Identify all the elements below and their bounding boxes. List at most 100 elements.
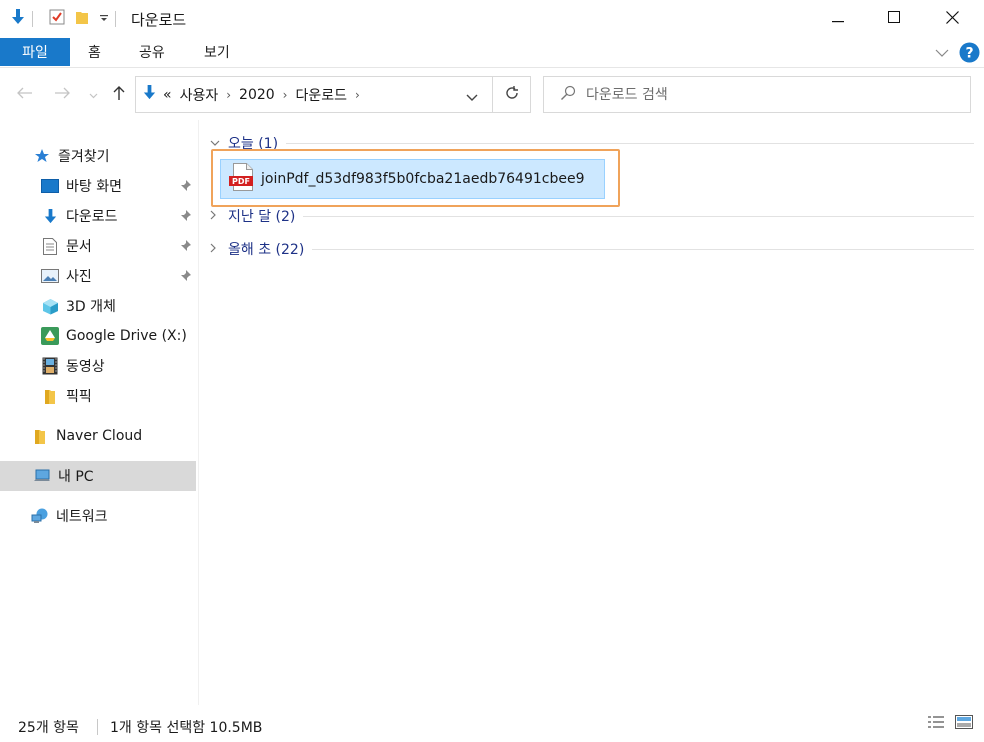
- window-title: 다운로드: [131, 11, 187, 29]
- 3d-objects-icon: [41, 297, 59, 315]
- large-icons-view-icon: [955, 715, 973, 733]
- sidebar-item-this-pc[interactable]: 내 PC: [33, 461, 94, 491]
- pictures-icon: [41, 267, 59, 285]
- forward-arrow-icon: [54, 87, 70, 103]
- up-arrow-icon: [113, 85, 125, 105]
- new-folder-icon[interactable]: [75, 9, 89, 29]
- up-button[interactable]: [107, 83, 131, 107]
- pin-icon[interactable]: [178, 209, 192, 223]
- sidebar-selection-highlight: [0, 461, 196, 491]
- sidebar-item-label: 사진: [66, 269, 92, 285]
- sidebar-item-label: 바탕 화면: [66, 179, 122, 195]
- help-icon[interactable]: ?: [959, 42, 980, 67]
- large-icons-view-button[interactable]: [954, 715, 974, 733]
- back-button[interactable]: [13, 83, 37, 107]
- chevron-down-icon: [210, 137, 224, 150]
- breadcrumb-downloads[interactable]: 다운로드: [289, 85, 353, 105]
- forward-button[interactable]: [50, 83, 74, 107]
- close-button[interactable]: [924, 0, 980, 38]
- refresh-icon: [504, 85, 520, 105]
- title-bar: 다운로드: [0, 0, 984, 38]
- close-icon: [945, 10, 959, 28]
- download-arrow-icon: [41, 207, 59, 225]
- address-bar[interactable]: « 사용자 › 2020 › 다운로드 ›: [135, 76, 493, 113]
- tab-file[interactable]: 파일: [0, 38, 70, 66]
- selection-outline: [211, 149, 620, 207]
- group-divider: [286, 142, 974, 144]
- folder-icon: [31, 427, 49, 445]
- chevron-right-icon: [210, 210, 224, 223]
- breadcrumb-2020[interactable]: 2020: [233, 87, 281, 103]
- quick-access-toolbar: [10, 8, 122, 30]
- chevron-right-icon[interactable]: ›: [224, 88, 233, 102]
- group-label: 지난 달 (2): [228, 209, 296, 225]
- customize-toolbar-icon[interactable]: [99, 11, 109, 27]
- pin-icon[interactable]: [178, 239, 192, 253]
- breadcrumb-overflow[interactable]: «: [157, 87, 174, 103]
- sidebar-item-google-drive[interactable]: Google Drive (X:): [41, 321, 187, 351]
- sidebar-item-network[interactable]: 네트워크: [31, 501, 108, 531]
- pin-icon[interactable]: [178, 269, 192, 283]
- chevron-right-icon[interactable]: ›: [353, 88, 362, 102]
- chevron-right-icon[interactable]: ›: [281, 88, 290, 102]
- sidebar-divider: [198, 120, 199, 705]
- sidebar-item-label: Google Drive (X:): [66, 328, 187, 344]
- google-drive-icon: [41, 327, 59, 345]
- status-bar: 25개 항목 1개 항목 선택함 10.5MB: [0, 705, 984, 742]
- search-box[interactable]: [543, 76, 971, 113]
- sidebar-item-label: Naver Cloud: [56, 428, 143, 444]
- sidebar-item-picpick[interactable]: 픽픽: [41, 381, 92, 411]
- sidebar-item-naver-cloud[interactable]: Naver Cloud: [31, 421, 142, 451]
- minimize-icon: [832, 11, 844, 27]
- pin-icon[interactable]: [178, 179, 192, 193]
- search-icon: [560, 85, 576, 105]
- download-arrow-icon: [10, 8, 26, 30]
- sidebar-item-pictures[interactable]: 사진: [41, 261, 92, 291]
- recent-locations-button[interactable]: [83, 83, 103, 107]
- group-header-last-month[interactable]: 지난 달 (2): [210, 206, 974, 226]
- maximize-button[interactable]: [866, 0, 922, 38]
- this-pc-icon: [33, 467, 51, 485]
- sidebar-item-quick-access[interactable]: 즐겨찾기: [33, 141, 110, 171]
- sidebar-item-downloads[interactable]: 다운로드: [41, 201, 118, 231]
- group-divider: [312, 248, 974, 250]
- expand-ribbon-icon[interactable]: [935, 46, 949, 62]
- navigation-bar: « 사용자 › 2020 › 다운로드 ›: [0, 70, 984, 120]
- sidebar-item-documents[interactable]: 문서: [41, 231, 92, 261]
- tab-view[interactable]: 보기: [204, 38, 230, 66]
- tab-share[interactable]: 공유: [139, 38, 165, 66]
- properties-icon[interactable]: [49, 9, 65, 29]
- refresh-button[interactable]: [493, 76, 531, 113]
- group-label: 올해 초 (22): [228, 242, 305, 258]
- status-divider: [97, 719, 98, 735]
- minimize-button[interactable]: [810, 0, 866, 38]
- maximize-icon: [888, 11, 900, 27]
- sidebar-item-label: 동영상: [66, 359, 105, 375]
- desktop-icon: [41, 177, 59, 195]
- download-arrow-icon: [142, 84, 157, 105]
- sidebar-item-label: 즐겨찾기: [58, 149, 110, 165]
- star-icon: [33, 147, 51, 165]
- details-view-button[interactable]: [926, 715, 946, 733]
- group-header-earlier-this-year[interactable]: 올해 초 (22): [210, 239, 974, 259]
- sidebar-item-label: 픽픽: [66, 389, 92, 405]
- ribbon: 파일 홈 공유 보기 ?: [0, 38, 984, 68]
- back-arrow-icon: [17, 87, 33, 103]
- sidebar-item-3d-objects[interactable]: 3D 개체: [41, 291, 116, 321]
- video-icon: [41, 357, 59, 375]
- svg-text:?: ?: [965, 46, 973, 62]
- sidebar-item-label: 문서: [66, 239, 92, 255]
- sidebar-item-desktop[interactable]: 바탕 화면: [41, 171, 122, 201]
- search-input[interactable]: [584, 85, 944, 104]
- selection-info: 1개 항목 선택함 10.5MB: [110, 720, 263, 736]
- details-view-icon: [927, 715, 945, 733]
- file-list: 오늘 (1) PDF joinPdf_d53df983f5b0fcba21aed…: [200, 120, 984, 705]
- chevron-down-icon: [89, 87, 98, 103]
- sidebar-item-videos[interactable]: 동영상: [41, 351, 105, 381]
- sidebar-item-label: 네트워크: [56, 509, 108, 525]
- tab-home[interactable]: 홈: [88, 38, 101, 66]
- chevron-right-icon: [210, 243, 224, 256]
- address-dropdown-icon[interactable]: [466, 90, 478, 106]
- item-count: 25개 항목: [18, 720, 79, 736]
- breadcrumb-users[interactable]: 사용자: [174, 85, 225, 105]
